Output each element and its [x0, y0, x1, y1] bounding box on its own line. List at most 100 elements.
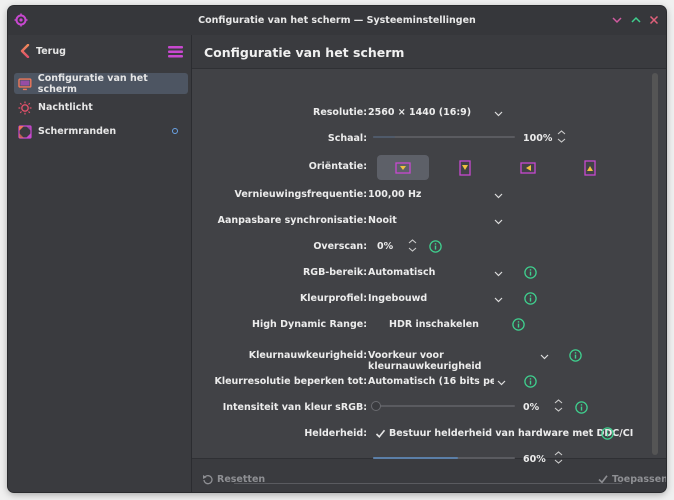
info-icon[interactable]: [569, 349, 582, 362]
scale-slider[interactable]: [373, 131, 519, 143]
brightness-spin-arrows[interactable]: [554, 450, 563, 465]
chevron-down-icon: [494, 219, 503, 225]
chevron-down-icon: [494, 297, 503, 303]
refresh-rate-dropdown[interactable]: 100,00 Hz: [368, 185, 508, 203]
overscan-spin-arrows[interactable]: [408, 238, 417, 253]
sidebar-header: Terug: [8, 35, 192, 67]
srgb-slider-track: [373, 405, 515, 407]
brightness-slider[interactable]: [373, 452, 519, 464]
sidebar-item-label: Configuratie van het scherm: [37, 72, 148, 95]
color-profile-value: Ingebouwd: [368, 293, 428, 304]
back-button-label: Terug: [36, 45, 66, 57]
orientation-landscape-button[interactable]: [377, 155, 429, 180]
apply-button-label: Toepassen: [612, 473, 666, 485]
checkmark-icon: [598, 475, 608, 484]
hdr-checkbox-label[interactable]: HDR inschakelen: [389, 319, 479, 330]
color-profile-label: Kleurprofiel:: [299, 293, 367, 304]
color-resolution-label: Kleurresolutie beperken tot:: [214, 376, 367, 387]
monitor-icon: [18, 77, 32, 90]
window-title: Configuratie van het scherm — Systeemins…: [198, 15, 476, 26]
refresh-rate-label: Vernieuwingsfrequentie:: [234, 189, 367, 200]
color-accuracy-dropdown[interactable]: Voorkeur voor kleurnauwkeurigheid: [368, 346, 554, 372]
rgb-range-dropdown[interactable]: Automatisch: [368, 263, 508, 281]
srgb-spin-arrows[interactable]: [554, 398, 563, 413]
brightness-ddc-checkbox-label[interactable]: Bestuur helderheid van hardware met DDC/…: [389, 428, 633, 439]
resolution-value: 2560 × 1440 (16:9): [368, 107, 472, 118]
status-indicator-dot: [172, 128, 178, 134]
hdr-label: High Dynamic Range:: [252, 319, 367, 330]
sidebar: Terug Configuratie van het scherm Nachtl…: [8, 35, 192, 492]
scale-slider-fill: [373, 136, 395, 138]
undo-icon: [203, 474, 213, 484]
sidebar-item-display-config[interactable]: Configuratie van het scherm: [14, 72, 188, 95]
info-icon[interactable]: [524, 375, 537, 388]
settings-content: Resolutie: 2560 × 1440 (16:9) Schaal: 10…: [192, 68, 666, 484]
close-button[interactable]: [647, 13, 661, 27]
maximize-button[interactable]: [629, 13, 643, 27]
info-icon[interactable]: [512, 318, 525, 331]
sidebar-item-label: Nachtlicht: [38, 102, 93, 113]
checkmark-icon[interactable]: [375, 428, 386, 439]
color-resolution-value: Automatisch (16 bits per kl: [368, 376, 494, 387]
settings-window: Configuratie van het scherm — Systeemins…: [8, 6, 666, 492]
brightness-slider-fill: [373, 457, 458, 459]
sidebar-item-night-light[interactable]: Nachtlicht: [14, 97, 188, 118]
page-title: Configuratie van het scherm: [204, 45, 405, 60]
main-panel: Configuratie van het scherm Resolutie: 2…: [192, 35, 666, 492]
scale-spin-arrows[interactable]: [557, 129, 566, 144]
rgb-range-value: Automatisch: [368, 267, 436, 278]
orientation-portrait-left-button[interactable]: [439, 155, 491, 180]
info-icon[interactable]: [601, 427, 614, 440]
chevron-down-icon: [612, 17, 622, 24]
srgb-intensity-label: Intensiteit van kleur sRGB:: [222, 402, 367, 413]
chevron-down-icon: [494, 271, 503, 277]
srgb-slider-handle[interactable]: [371, 401, 381, 411]
portrait-right-orientation-icon: [584, 159, 596, 176]
night-light-icon: [18, 101, 32, 114]
scrollbar[interactable]: [652, 73, 658, 455]
brightness-value: 60%: [523, 454, 546, 465]
chevron-down-icon: [540, 354, 549, 360]
apply-button[interactable]: Toepassen: [598, 472, 666, 486]
reset-button[interactable]: Resetten: [202, 472, 265, 486]
adaptive-sync-value: Nooit: [368, 215, 397, 226]
back-arrow-icon: [20, 44, 30, 58]
brightness-label: Helderheid:: [304, 428, 367, 439]
color-profile-dropdown[interactable]: Ingebouwd: [368, 289, 508, 307]
chevron-up-icon: [631, 16, 641, 23]
orientation-label: Oriëntatie:: [308, 161, 367, 172]
refresh-rate-value: 100,00 Hz: [368, 189, 422, 200]
scale-label: Schaal:: [327, 133, 367, 144]
color-accuracy-value: Voorkeur voor kleurnauwkeurigheid: [368, 350, 482, 372]
title-bar: Configuratie van het scherm — Systeemins…: [8, 6, 666, 35]
orientation-inverted-button[interactable]: [502, 155, 554, 180]
sidebar-item-label: Schermranden: [38, 126, 117, 137]
scale-value: 100%: [523, 133, 553, 144]
back-button[interactable]: Terug: [20, 42, 66, 60]
color-resolution-dropdown[interactable]: Automatisch (16 bits per kl: [368, 372, 508, 390]
color-accuracy-label: Kleurnauwkeurigheid:: [248, 350, 367, 361]
landscape-inverted-orientation-icon: [520, 161, 536, 174]
chevron-down-icon: [497, 380, 506, 386]
srgb-intensity-slider[interactable]: [371, 400, 519, 412]
hamburger-menu-icon[interactable]: [168, 46, 183, 58]
overscan-label: Overscan:: [313, 241, 367, 252]
settings-app-icon: [14, 13, 28, 27]
adaptive-sync-label: Aanpasbare synchronisatie:: [217, 215, 367, 226]
landscape-orientation-icon: [395, 161, 411, 174]
chevron-down-icon: [494, 193, 503, 199]
info-icon[interactable]: [575, 401, 588, 414]
chevron-down-icon: [494, 111, 503, 117]
overscan-value[interactable]: 0%: [377, 241, 393, 252]
orientation-portrait-right-button[interactable]: [564, 155, 616, 180]
info-icon[interactable]: [429, 240, 442, 253]
close-icon: [649, 15, 659, 25]
adaptive-sync-dropdown[interactable]: Nooit: [368, 211, 508, 229]
info-icon[interactable]: [524, 292, 537, 305]
info-icon[interactable]: [524, 266, 537, 279]
sidebar-item-screen-edges[interactable]: Schermranden: [14, 121, 188, 142]
resolution-label: Resolutie:: [313, 107, 367, 118]
content-divider: [234, 483, 622, 484]
resolution-dropdown[interactable]: 2560 × 1440 (16:9): [368, 103, 504, 121]
minimize-button[interactable]: [610, 13, 624, 27]
